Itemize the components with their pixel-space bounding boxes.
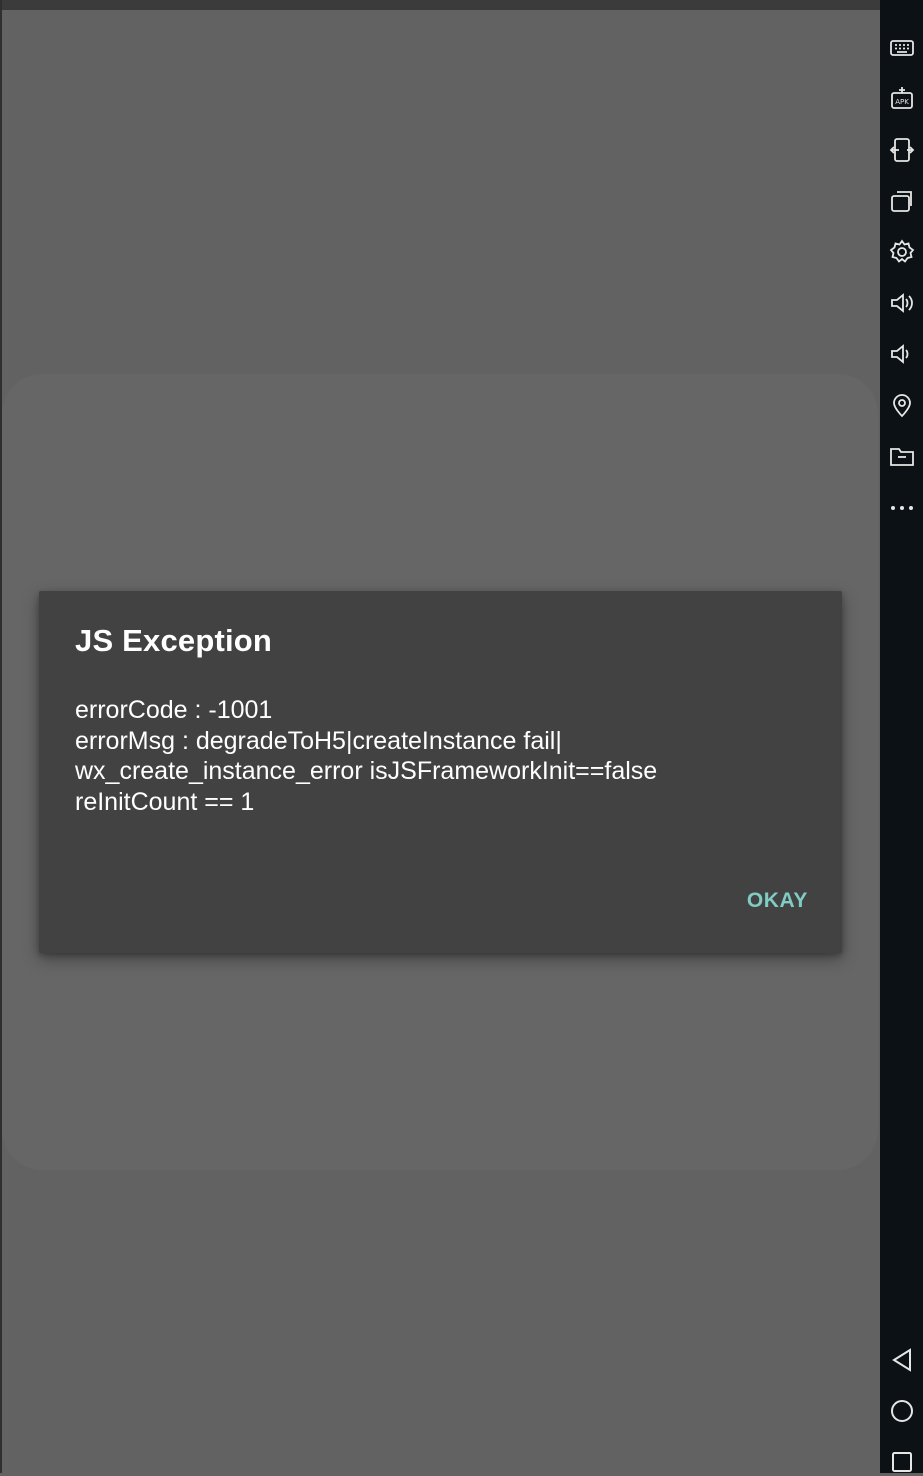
status-icons [716, 0, 866, 6]
js-exception-dialog: JS Exception errorCode : -1001 errorMsg … [39, 591, 842, 953]
error-code-line: errorCode : -1001 [75, 696, 273, 724]
shared-folder-icon[interactable] [888, 442, 916, 470]
keyboard-icon[interactable] [888, 34, 916, 62]
okay-button[interactable]: OKAY [747, 889, 808, 913]
install-apk-icon[interactable]: APK [888, 85, 916, 113]
dialog-title: JS Exception [75, 623, 273, 658]
back-icon[interactable] [888, 1346, 916, 1374]
error-detail-line: wx_create_instance_error isJSFrameworkIn… [75, 757, 658, 785]
android-screen: JS Exception errorCode : -1001 errorMsg … [0, 0, 880, 1473]
more-icon[interactable] [888, 493, 916, 521]
recents-icon[interactable] [888, 1448, 916, 1476]
dialog-message: errorCode : -1001 errorMsg : degradeToH5… [75, 695, 815, 817]
volume-up-icon[interactable] [888, 289, 916, 317]
fullscreen-icon[interactable] [888, 0, 916, 16]
reinit-count-line: reInitCount == 1 [75, 787, 255, 816]
settings-icon[interactable] [888, 238, 916, 266]
error-msg-line: errorMsg : degradeToH5|createInstance fa… [75, 726, 562, 755]
rotate-screen-icon[interactable] [888, 136, 916, 164]
svg-text:APK: APK [895, 98, 909, 106]
location-icon[interactable] [888, 391, 916, 419]
emulator-toolbar: APK [880, 0, 923, 1473]
home-icon[interactable] [888, 1397, 916, 1425]
volume-down-icon[interactable] [888, 340, 916, 368]
multi-window-icon[interactable] [888, 187, 916, 215]
status-bar [0, 0, 880, 10]
